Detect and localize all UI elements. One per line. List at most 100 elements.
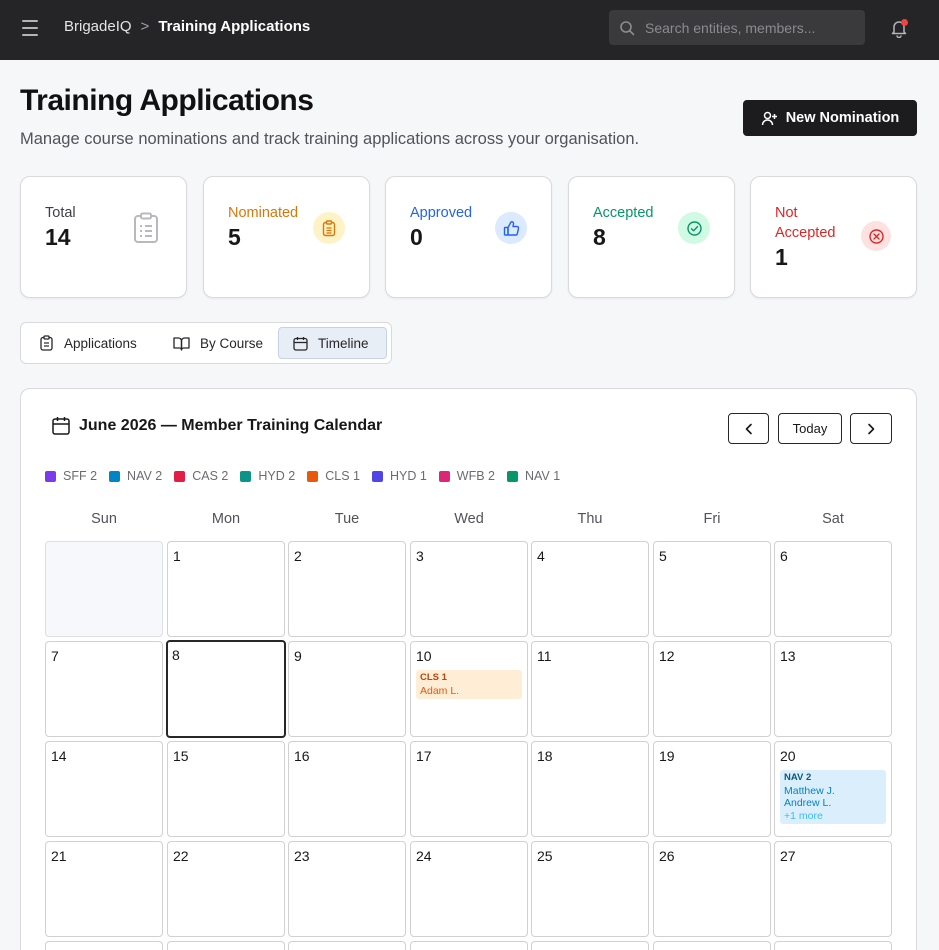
calendar-day[interactable]: 15	[167, 741, 285, 837]
new-nomination-label: New Nomination	[785, 110, 900, 126]
calendar-day[interactable]: 25	[531, 841, 649, 937]
legend-swatch	[109, 470, 121, 482]
stat-label-line1: Not	[775, 205, 798, 221]
calendar-day[interactable]: 22	[167, 841, 285, 937]
notification-badge	[901, 19, 908, 26]
calendar-day[interactable]	[45, 941, 163, 950]
calendar-day[interactable]: 4	[531, 541, 649, 637]
page-title: Training Applications	[20, 84, 314, 117]
calendar-day[interactable]: 5	[653, 541, 771, 637]
weekday-header: Tue	[334, 511, 360, 527]
calendar-day[interactable]: 27	[774, 841, 892, 937]
course-legend: SFF 2 NAV 2 CAS 2 HYD 2 CLS 1 HYD 1 WFB …	[45, 469, 572, 483]
legend-swatch	[438, 470, 450, 482]
calendar-day[interactable]	[774, 941, 892, 950]
calendar-day[interactable]: 12	[653, 641, 771, 737]
legend-swatch	[45, 470, 56, 482]
legend-item: CLS 1	[307, 469, 360, 483]
calendar-day[interactable]: 21	[45, 841, 163, 937]
calendar-day[interactable]: 18	[531, 741, 649, 837]
day-number: 12	[659, 648, 675, 664]
calendar-title-text: June 2026 — Member Training Calendar	[79, 416, 383, 434]
calendar-icon	[293, 336, 308, 351]
calendar-day[interactable]: 20 NAV 2 Matthew J. Andrew L. +1 more	[774, 741, 892, 837]
calendar-day[interactable]: 24	[410, 841, 528, 937]
day-number: 2	[294, 548, 302, 564]
legend-swatch	[307, 470, 319, 482]
breadcrumb-current: Training Applications	[158, 18, 311, 35]
calendar-day[interactable]	[288, 941, 406, 950]
calendar-day[interactable]: 2	[288, 541, 406, 637]
calendar-event-nav2[interactable]: NAV 2 Matthew J. Andrew L. +1 more	[780, 770, 886, 824]
stat-card-accepted: Accepted 8	[568, 176, 735, 298]
day-number: 11	[537, 648, 552, 664]
day-number: 17	[416, 748, 432, 764]
stat-label-line2: Accepted	[775, 225, 836, 241]
thumbs-up-icon	[495, 212, 527, 244]
calendar-day[interactable]	[167, 941, 285, 950]
calendar-day[interactable]: 3	[410, 541, 528, 637]
day-number: 7	[51, 648, 59, 664]
calendar-day[interactable]: 26	[653, 841, 771, 937]
legend-label: CLS 1	[325, 469, 360, 483]
tab-by-course[interactable]: By Course	[159, 327, 277, 359]
legend-item: HYD 1	[371, 469, 427, 483]
clipboard-icon	[40, 335, 53, 351]
calendar-day[interactable]: 19	[653, 741, 771, 837]
weekday-header: Mon	[211, 511, 241, 527]
weekday-header: Wed	[454, 511, 484, 527]
calendar-day[interactable]: 14	[45, 741, 163, 837]
view-tabs: Applications By Course Timeline	[20, 322, 392, 364]
legend-label: NAV 2	[127, 469, 163, 483]
clipboard-icon	[313, 212, 345, 244]
calendar-title: June 2026 — Member Training Calendar	[52, 416, 382, 435]
calendar-event-cls1[interactable]: CLS 1 Adam L.	[416, 670, 522, 699]
stat-value: 8	[593, 224, 606, 250]
check-circle-icon	[678, 212, 710, 244]
day-number: 10	[416, 648, 432, 664]
calendar-day[interactable]	[653, 941, 771, 950]
calendar-day[interactable]: 1	[167, 541, 285, 637]
tab-timeline[interactable]: Timeline	[278, 327, 387, 359]
stat-value: 5	[228, 224, 241, 250]
event-member: Andrew L.	[784, 797, 832, 809]
calendar-day[interactable]: 7	[45, 641, 163, 737]
event-more-link[interactable]: +1 more	[784, 810, 882, 823]
day-number: 8	[172, 647, 180, 663]
search-box[interactable]	[609, 10, 865, 45]
day-number: 16	[294, 748, 310, 764]
stat-card-approved: Approved 0	[385, 176, 552, 298]
today-button[interactable]: Today	[778, 413, 842, 444]
calendar-day[interactable]: 9	[288, 641, 406, 737]
day-number: 6	[780, 548, 788, 564]
event-member: Adam L.	[420, 684, 460, 697]
weekday-header: Thu	[577, 511, 603, 527]
prev-month-button[interactable]	[728, 413, 769, 444]
day-number: 5	[659, 548, 667, 564]
calendar-day[interactable]: 10 CLS 1 Adam L.	[410, 641, 528, 737]
tab-label: By Course	[200, 335, 264, 351]
calendar-day[interactable]: 16	[288, 741, 406, 837]
search-input[interactable]	[645, 19, 845, 36]
calendar-day[interactable]	[531, 941, 649, 950]
tab-applications[interactable]: Applications	[25, 327, 159, 359]
new-nomination-button[interactable]: New Nomination	[743, 100, 917, 136]
menu-icon[interactable]	[22, 20, 38, 36]
calendar-day-today[interactable]: 8	[166, 640, 286, 738]
page-subtitle: Manage course nominations and track trai…	[20, 130, 640, 148]
notifications-button[interactable]	[889, 18, 909, 39]
calendar-day[interactable]: 11	[531, 641, 649, 737]
day-number: 27	[780, 848, 796, 864]
legend-label: SFF 2	[63, 469, 98, 483]
calendar-day[interactable]: 17	[410, 741, 528, 837]
calendar-day[interactable]: 23	[288, 841, 406, 937]
day-number: 18	[537, 748, 553, 764]
calendar-day[interactable]: 6	[774, 541, 892, 637]
next-month-button[interactable]	[850, 413, 892, 444]
calendar-day[interactable]: 13	[774, 641, 892, 737]
stat-label: Not Accepted	[775, 203, 835, 243]
day-number: 24	[416, 848, 432, 864]
stat-value: 14	[45, 224, 71, 250]
breadcrumb-root[interactable]: BrigadeIQ	[64, 18, 132, 35]
calendar-day[interactable]	[410, 941, 528, 950]
